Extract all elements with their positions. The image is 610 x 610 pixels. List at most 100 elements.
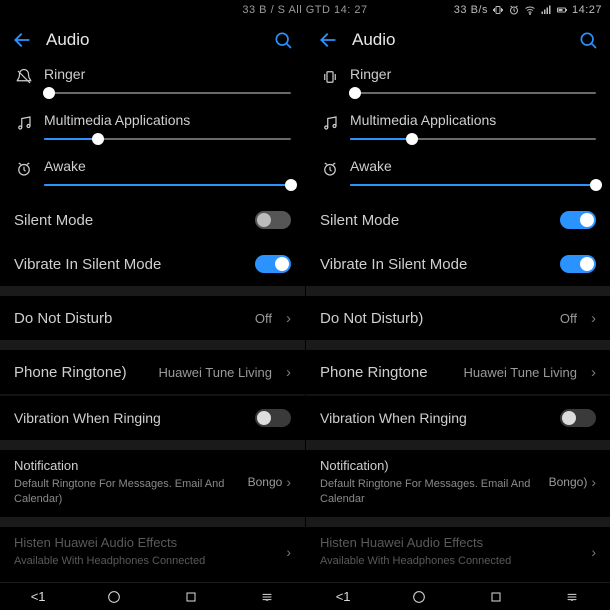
multimedia-track[interactable]	[44, 138, 291, 140]
histen-desc: Available With Headphones Connected	[320, 554, 591, 569]
silent-mode-row[interactable]: Silent Mode	[0, 198, 305, 242]
vibrate-silent-row[interactable]: Vibrate In Silent Mode	[306, 242, 610, 286]
nav-dropdown-icon-2[interactable]	[559, 588, 585, 606]
multimedia-track[interactable]	[350, 138, 596, 140]
battery-icon	[556, 4, 568, 16]
chevron-right-icon: ›	[591, 364, 596, 381]
awake-label: Awake	[350, 158, 596, 174]
divider	[0, 340, 305, 350]
status-center-text: 33 B / S All GTD 14: 27	[242, 4, 367, 16]
chevron-right-icon: ›	[286, 364, 291, 381]
multimedia-slider-row[interactable]: Multimedia Applications	[306, 106, 610, 152]
multimedia-slider-row[interactable]: Multimedia Applications	[0, 106, 305, 152]
ringer-slider-row[interactable]: Ringer	[0, 60, 305, 106]
histen-title: Histen Huawei Audio Effects	[14, 535, 286, 550]
ringtone-label: Phone Ringtone)	[14, 364, 149, 381]
histen-row: Histen Huawei Audio Effects Available Wi…	[306, 527, 610, 579]
ringer-label: Ringer	[350, 66, 596, 82]
nav-home-icon-2[interactable]	[406, 588, 432, 606]
ringtone-row[interactable]: Phone Ringtone Huawei Tune Living ›	[306, 350, 610, 394]
vibrate-silent-label: Vibrate In Silent Mode	[320, 256, 550, 273]
dnd-label: Do Not Disturb)	[320, 310, 550, 327]
vibrate-silent-switch[interactable]	[560, 255, 596, 273]
page-title: Audio	[352, 30, 564, 50]
notification-row[interactable]: Notification) Default Ringtone For Messa…	[306, 450, 610, 517]
ringer-label: Ringer	[44, 66, 291, 82]
dnd-row[interactable]: Do Not Disturb) Off ›	[306, 296, 610, 340]
header-left: Audio	[0, 20, 305, 60]
awake-slider-row[interactable]: Awake	[306, 152, 610, 198]
multimedia-label: Multimedia Applications	[350, 112, 596, 128]
chevron-right-icon: ›	[591, 544, 596, 560]
dnd-row[interactable]: Do Not Disturb Off ›	[0, 296, 305, 340]
awake-track[interactable]	[44, 184, 291, 186]
vibrate-silent-label: Vibrate In Silent Mode	[14, 256, 245, 273]
notification-desc: Default Ringtone For Messages. Email And…	[320, 477, 549, 507]
chevron-right-icon: ›	[286, 544, 291, 560]
vibration-ringing-switch[interactable]	[560, 409, 596, 427]
vibrate-silent-switch[interactable]	[255, 255, 291, 273]
nav-back-text-2[interactable]: <1	[330, 588, 356, 606]
histen-desc: Available With Headphones Connected	[14, 554, 286, 569]
awake-track[interactable]	[350, 184, 596, 186]
nav-recent-icon-2[interactable]	[483, 588, 509, 606]
search-icon[interactable]	[578, 30, 598, 50]
silent-mode-switch[interactable]	[560, 211, 596, 229]
music-note-icon	[15, 114, 33, 132]
ringer-track[interactable]	[350, 92, 596, 94]
nav-back-text[interactable]: <1	[25, 588, 51, 606]
ringtone-label: Phone Ringtone	[320, 364, 454, 381]
nav-bar: <1 <1	[0, 582, 610, 610]
histen-title: Histen Huawei Audio Effects	[320, 535, 591, 550]
chevron-right-icon: ›	[286, 310, 291, 327]
status-time: 14:27	[572, 4, 602, 16]
dnd-value: Off	[255, 311, 272, 326]
divider	[0, 517, 305, 527]
ringtone-row[interactable]: Phone Ringtone) Huawei Tune Living ›	[0, 350, 305, 394]
nav-home-icon[interactable]	[101, 588, 127, 606]
awake-slider-row[interactable]: Awake	[0, 152, 305, 198]
vibration-ringing-switch[interactable]	[255, 409, 291, 427]
back-icon[interactable]	[318, 30, 338, 50]
notification-desc: Default Ringtone For Messages. Email And…	[14, 477, 248, 507]
notification-value: Bongo)	[549, 475, 588, 489]
notification-value: Bongo	[248, 475, 283, 489]
status-bar: 33 B / S All GTD 14: 27 33 B/s 14:27	[0, 0, 610, 20]
silent-mode-switch[interactable]	[255, 211, 291, 229]
back-icon[interactable]	[12, 30, 32, 50]
music-note-icon	[321, 114, 339, 132]
notification-title: Notification	[14, 458, 248, 473]
chevron-right-icon: ›	[286, 474, 291, 490]
chevron-right-icon: ›	[591, 310, 596, 327]
histen-row: Histen Huawei Audio Effects Available Wi…	[0, 527, 305, 579]
silent-mode-label: Silent Mode	[14, 212, 245, 229]
alarm-icon	[508, 4, 520, 16]
vibration-ringing-row[interactable]: Vibration When Ringing	[0, 396, 305, 440]
pane-left: Audio Ringer Multimedia Applications	[0, 20, 305, 582]
ringer-slider-row[interactable]: Ringer	[306, 60, 610, 106]
status-right: 33 B/s 14:27	[454, 4, 602, 16]
vibrate-icon	[321, 68, 339, 86]
divider	[306, 286, 610, 296]
silent-mode-row[interactable]: Silent Mode	[306, 198, 610, 242]
alarm-icon	[321, 160, 339, 178]
alarm-icon	[15, 160, 33, 178]
chevron-right-icon: ›	[591, 474, 596, 490]
divider	[306, 517, 610, 527]
ringer-track[interactable]	[44, 92, 291, 94]
status-rate: 33 B/s	[454, 4, 488, 16]
divider	[306, 440, 610, 450]
nav-dropdown-icon[interactable]	[254, 588, 280, 606]
vibrate-icon	[492, 4, 504, 16]
signal-icon	[540, 4, 552, 16]
vibrate-silent-row[interactable]: Vibrate In Silent Mode	[0, 242, 305, 286]
wifi-icon	[524, 4, 536, 16]
divider	[0, 286, 305, 296]
notification-row[interactable]: Notification Default Ringtone For Messag…	[0, 450, 305, 517]
vibration-ringing-row[interactable]: Vibration When Ringing	[306, 396, 610, 440]
dnd-value: Off	[560, 311, 577, 326]
awake-label: Awake	[44, 158, 291, 174]
search-icon[interactable]	[273, 30, 293, 50]
ringtone-value: Huawei Tune Living	[159, 365, 272, 380]
nav-recent-icon[interactable]	[178, 588, 204, 606]
